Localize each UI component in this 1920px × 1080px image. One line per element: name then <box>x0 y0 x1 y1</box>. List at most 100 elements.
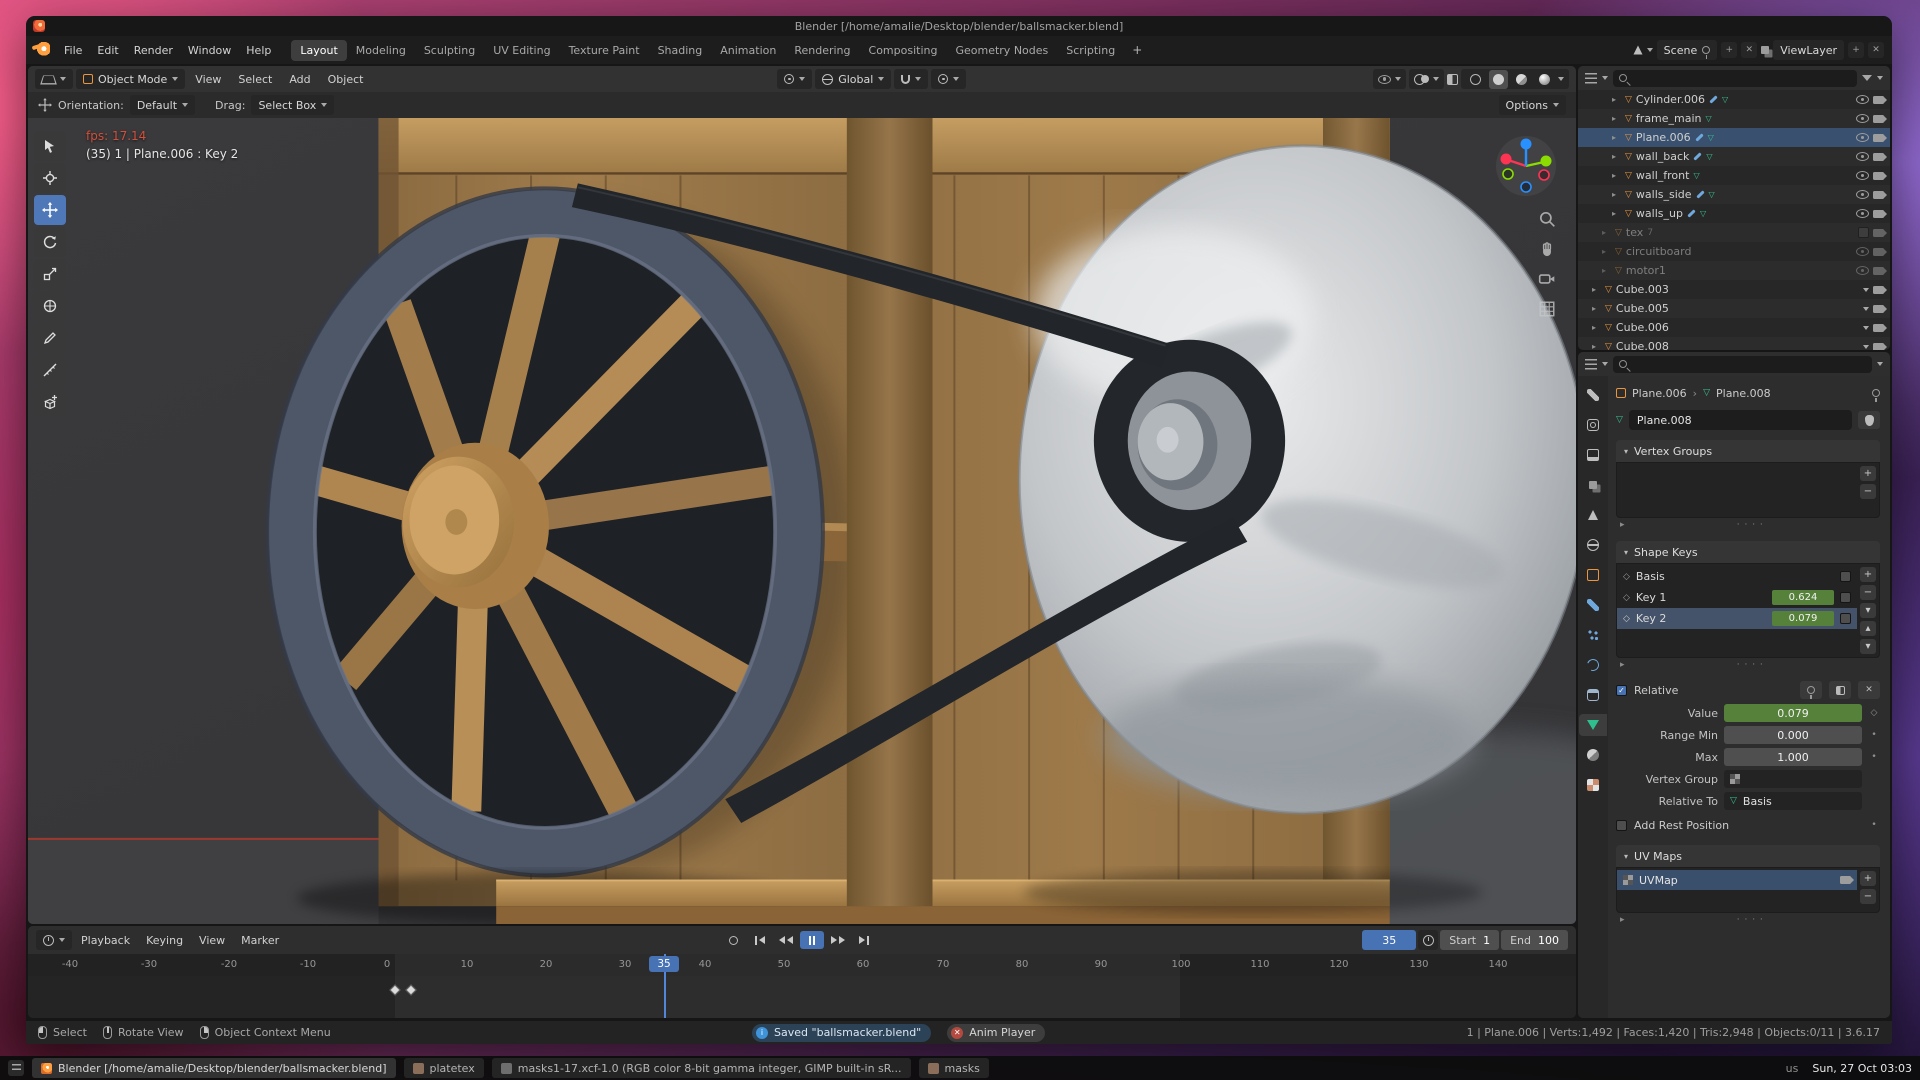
tab-object[interactable] <box>1579 564 1607 586</box>
expand-icon[interactable] <box>1612 152 1621 161</box>
tab-scene[interactable] <box>1579 504 1607 526</box>
shading-solid-button[interactable] <box>1489 70 1508 89</box>
move-down-button[interactable] <box>1860 639 1876 654</box>
expand-icon[interactable] <box>1612 190 1621 199</box>
add-rest-position-checkbox[interactable] <box>1616 820 1627 831</box>
chevron-down-icon[interactable] <box>1602 362 1608 366</box>
hide-in-viewport-toggle[interactable] <box>1856 247 1869 256</box>
transform-orientation-dropdown[interactable]: Global <box>815 69 891 89</box>
chevron-down-icon[interactable] <box>1863 345 1869 349</box>
mode-dropdown[interactable]: Object Mode <box>76 69 185 89</box>
menu-select[interactable]: Select <box>231 70 279 89</box>
scene-browse-chevron-icon[interactable] <box>1647 48 1653 52</box>
expand-icon[interactable] <box>1592 285 1601 294</box>
datablock-name-input[interactable]: Plane.008 <box>1629 410 1852 430</box>
expand-icon[interactable] <box>1592 342 1601 350</box>
use-preview-range-button[interactable] <box>1418 930 1438 950</box>
viewport-canvas[interactable]: fps: 17.14 (35) 1 | Plane.006 : Key 2 <box>28 118 1576 924</box>
titlebar[interactable]: Blender [/home/amalie/Desktop/blender/ba… <box>26 16 1892 36</box>
vertex-group-field[interactable] <box>1724 770 1862 788</box>
outliner-editor-icon[interactable] <box>1585 73 1597 84</box>
timeline-body[interactable]: -40 -30 -20 -10 0 10 20 30 40 50 60 70 8… <box>28 954 1576 1018</box>
menu-object[interactable]: Object <box>321 70 371 89</box>
tab-sculpting[interactable]: Sculpting <box>415 40 484 61</box>
properties-editor-icon[interactable] <box>1585 359 1597 370</box>
menu-view[interactable]: View <box>188 70 228 89</box>
tab-uv-editing[interactable]: UV Editing <box>484 40 559 61</box>
playhead-frame-badge[interactable]: 35 <box>649 956 679 972</box>
disable-in-renders-toggle[interactable] <box>1873 305 1884 313</box>
keyframe-diamond-icon[interactable] <box>1868 708 1880 718</box>
chevron-down-icon[interactable] <box>1395 77 1401 81</box>
remove-vertex-group-button[interactable] <box>1860 484 1876 499</box>
menu-view[interactable]: View <box>192 931 232 950</box>
shape-keys-panel-header[interactable]: Shape Keys <box>1616 541 1880 563</box>
shading-rendered-button[interactable] <box>1535 70 1554 89</box>
shading-wireframe-button[interactable] <box>1466 70 1485 89</box>
outliner-row[interactable]: Cube.006 <box>1578 318 1890 337</box>
expand-icon[interactable] <box>1592 304 1601 313</box>
tab-modifiers[interactable] <box>1579 594 1607 616</box>
remove-uv-map-button[interactable] <box>1860 889 1876 904</box>
scene-icon[interactable] <box>1633 46 1642 55</box>
animate-dot-icon[interactable] <box>1868 730 1880 740</box>
disable-in-renders-toggle[interactable] <box>1873 248 1884 256</box>
mute-checkbox[interactable] <box>1840 613 1851 624</box>
frame-start-field[interactable]: Start1 <box>1440 930 1499 950</box>
timeline-tracks[interactable] <box>28 976 1576 1018</box>
outliner-row[interactable]: frame_main <box>1578 109 1890 128</box>
breadcrumb-object[interactable]: Plane.006 <box>1632 387 1687 400</box>
expand-icon[interactable] <box>1602 228 1611 237</box>
taskbar-window-masks[interactable]: masks <box>919 1058 989 1078</box>
add-workspace-button[interactable]: + <box>1124 41 1150 59</box>
menu-window[interactable]: Window <box>181 41 238 60</box>
shape-key-value[interactable]: 0.624 <box>1772 590 1834 605</box>
menu-file[interactable]: File <box>57 41 89 60</box>
pin-icon[interactable] <box>1702 46 1710 54</box>
taskbar-clock[interactable]: Sun, 27 Oct 03:03 <box>1812 1062 1912 1075</box>
saved-report-pill[interactable]: Saved "ballsmacker.blend" <box>752 1024 931 1042</box>
tab-layout[interactable]: Layout <box>291 40 346 61</box>
tool-add-cube[interactable] <box>34 387 66 417</box>
tab-animation[interactable]: Animation <box>711 40 785 61</box>
hide-in-viewport-toggle[interactable] <box>1856 95 1869 104</box>
animate-dot-icon[interactable] <box>1868 752 1880 762</box>
anim-player-pill[interactable]: Anim Player <box>947 1024 1045 1042</box>
outliner-row[interactable]: walls_side <box>1578 185 1890 204</box>
relative-to-field[interactable]: Basis <box>1724 792 1862 810</box>
disable-in-renders-toggle[interactable] <box>1873 267 1884 275</box>
mute-checkbox[interactable] <box>1840 592 1851 603</box>
clear-shape-keys-button[interactable] <box>1858 681 1880 699</box>
navigation-gizmo[interactable] <box>1494 134 1558 202</box>
resize-grip-icon[interactable] <box>1737 915 1764 925</box>
tab-texture[interactable] <box>1579 774 1607 796</box>
chevron-down-icon[interactable] <box>1877 76 1883 80</box>
disable-in-renders-toggle[interactable] <box>1873 324 1884 332</box>
orientation-dropdown[interactable]: Default <box>130 95 195 115</box>
remove-view-layer-button[interactable] <box>1868 42 1884 58</box>
menu-playback[interactable]: Playback <box>74 931 137 950</box>
shape-key-row[interactable]: Basis <box>1617 566 1857 587</box>
chevron-down-icon[interactable] <box>1863 288 1869 292</box>
chevron-down-icon[interactable] <box>1433 77 1439 81</box>
menu-edit[interactable]: Edit <box>90 41 125 60</box>
outliner-row-active[interactable]: Plane.006 <box>1578 128 1890 147</box>
shape-key-row[interactable]: Key 10.624 <box>1617 587 1857 608</box>
outliner-row[interactable]: Cube.003 <box>1578 280 1890 299</box>
scene-field[interactable]: Scene <box>1657 40 1718 60</box>
tab-compositing[interactable]: Compositing <box>860 40 947 61</box>
pin-id-icon[interactable] <box>1872 389 1880 397</box>
uv-maps-panel-header[interactable]: UV Maps <box>1616 845 1880 867</box>
tool-scale[interactable] <box>34 259 66 289</box>
blender-logo-icon[interactable] <box>34 42 50 58</box>
tool-cursor[interactable] <box>34 163 66 193</box>
tab-texture-paint[interactable]: Texture Paint <box>560 40 649 61</box>
zoom-icon[interactable] <box>1538 210 1556 228</box>
disable-in-renders-toggle[interactable] <box>1873 286 1884 294</box>
mute-checkbox[interactable] <box>1840 571 1851 582</box>
filter-icon[interactable] <box>1862 75 1872 81</box>
exclude-checkbox[interactable] <box>1858 227 1869 238</box>
pause-button[interactable] <box>800 931 824 949</box>
proportional-edit-dropdown[interactable] <box>931 69 966 89</box>
move-up-button[interactable] <box>1860 621 1876 636</box>
